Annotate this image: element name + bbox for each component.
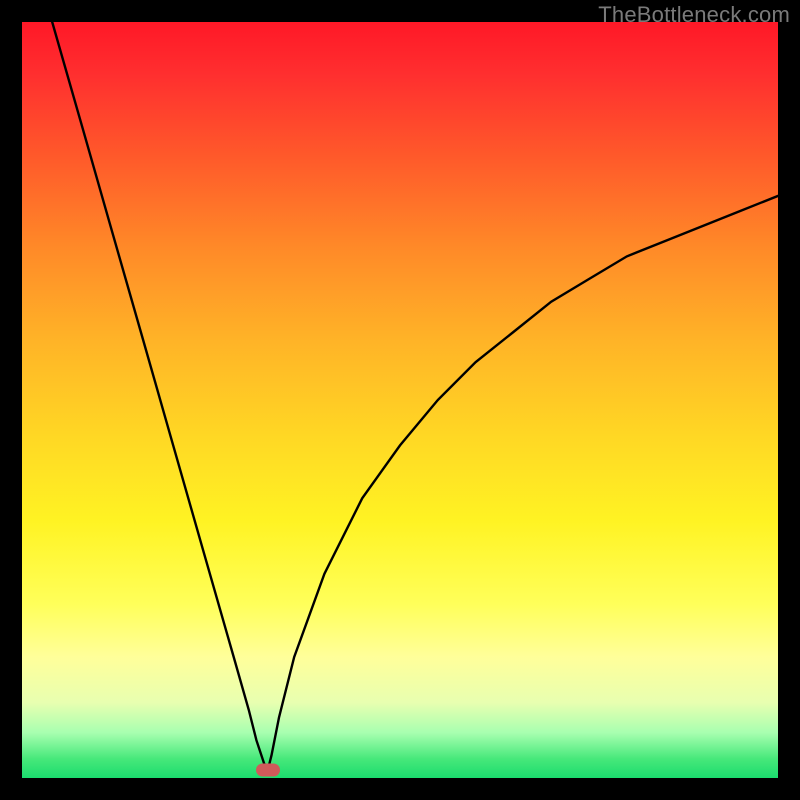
minimum-marker — [256, 764, 280, 777]
curve-svg — [22, 22, 778, 778]
curve-left — [52, 22, 268, 770]
plot-area — [22, 22, 778, 778]
outer-frame: TheBottleneck.com — [0, 0, 800, 800]
curve-right — [268, 196, 778, 771]
